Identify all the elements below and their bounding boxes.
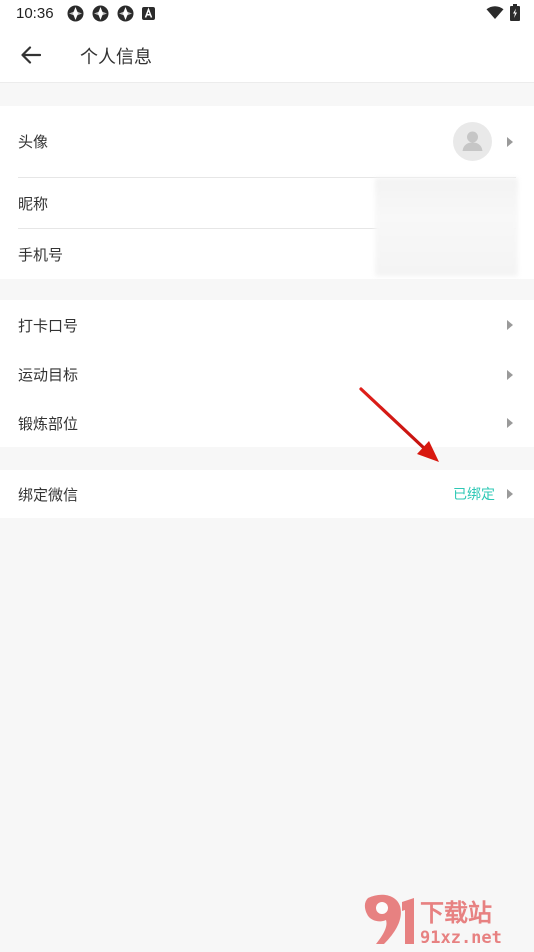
avatar-row[interactable]: 头像 bbox=[0, 106, 534, 177]
battery-icon bbox=[510, 4, 520, 21]
status-bar: 10:36 bbox=[0, 0, 534, 28]
exercise-goal-label: 运动目标 bbox=[18, 366, 79, 384]
bind-wechat-row[interactable]: 绑定微信 已绑定 bbox=[0, 470, 534, 518]
app-notification-icon bbox=[117, 5, 134, 22]
status-notification-icons bbox=[67, 5, 155, 22]
app-notification-icon bbox=[67, 5, 84, 22]
exercise-goal-row[interactable]: 运动目标 bbox=[0, 350, 534, 399]
app-bar: 个人信息 bbox=[0, 28, 534, 83]
chevron-right-icon bbox=[507, 369, 513, 380]
account-section: 绑定微信 已绑定 bbox=[0, 470, 534, 518]
avatar[interactable] bbox=[453, 122, 492, 161]
bind-wechat-label: 绑定微信 bbox=[18, 485, 79, 504]
app-notification-icon bbox=[92, 5, 109, 22]
wechat-bound-status: 已绑定 bbox=[453, 487, 495, 503]
chevron-right-icon bbox=[507, 418, 513, 428]
annotation-arrow-icon bbox=[359, 387, 439, 462]
watermark-logo-icon bbox=[364, 894, 414, 944]
redacted-values bbox=[375, 178, 518, 276]
watermark-domain: 91xz.net bbox=[420, 928, 502, 948]
checkin-slogan-row[interactable]: 打卡口号 bbox=[0, 300, 534, 350]
back-button[interactable] bbox=[14, 40, 48, 70]
status-system-icons bbox=[486, 4, 520, 21]
body-part-label: 锻炼部位 bbox=[18, 414, 79, 433]
nickname-label: 昵称 bbox=[18, 194, 49, 213]
arrow-left-icon bbox=[21, 46, 41, 64]
checkin-slogan-label: 打卡口号 bbox=[18, 316, 79, 335]
site-watermark: 下载站 91xz.net bbox=[360, 890, 530, 948]
page-title: 个人信息 bbox=[80, 47, 152, 68]
body-part-row[interactable]: 锻炼部位 bbox=[0, 399, 534, 447]
watermark-brand-text: 下载站 bbox=[420, 899, 492, 927]
status-time: 10:36 bbox=[16, 5, 54, 22]
chevron-right-icon bbox=[507, 136, 513, 147]
default-user-icon bbox=[462, 131, 483, 151]
training-section: 打卡口号 运动目标 锻炼部位 bbox=[0, 300, 534, 447]
chevron-right-icon bbox=[507, 320, 513, 330]
a-badge-icon bbox=[142, 7, 155, 20]
wifi-icon bbox=[486, 5, 504, 19]
phone-label: 手机号 bbox=[18, 245, 64, 264]
avatar-label: 头像 bbox=[18, 133, 49, 151]
chevron-right-icon bbox=[507, 489, 513, 499]
